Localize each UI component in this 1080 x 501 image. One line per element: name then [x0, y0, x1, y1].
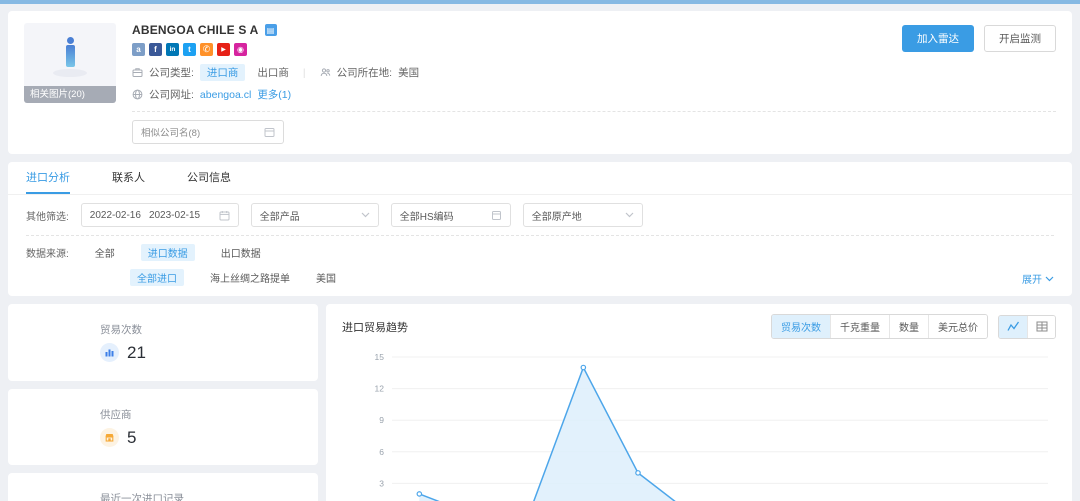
- other-filters-label: 其他筛选:: [26, 208, 69, 223]
- chevron-down-icon: [625, 212, 634, 218]
- company-location-label: 公司所在地:: [337, 65, 392, 80]
- hs-code-filter[interactable]: 全部HS编码: [391, 203, 511, 227]
- data-source-import-chip[interactable]: 进口数据: [141, 244, 195, 261]
- line-chart-icon: [1007, 321, 1020, 332]
- chevron-down-icon: [1045, 276, 1054, 282]
- table-view-button[interactable]: [1027, 316, 1055, 338]
- website-more-link[interactable]: 更多(1): [257, 87, 291, 102]
- origin-filter-select[interactable]: 全部原产地: [523, 203, 643, 227]
- origin-filter-value: 全部原产地: [532, 208, 582, 223]
- social-link-icon[interactable]: [132, 43, 145, 56]
- metric-button-group: 贸易次数 千克重量 数量 美元总价: [771, 314, 988, 339]
- svg-text:9: 9: [379, 415, 384, 425]
- sub-source-all-import-chip[interactable]: 全部进口: [130, 269, 184, 286]
- table-icon: [1036, 321, 1048, 332]
- calendar-icon: [219, 210, 230, 221]
- stat-value-trade-count: 21: [127, 343, 146, 363]
- tab-company-info[interactable]: 公司信息: [187, 162, 231, 194]
- similar-companies-label: 相似公司名(8): [141, 125, 200, 139]
- filter-row: 其他筛选: 2022-02-16 2023-02-15 全部产品 全部HS编码 …: [8, 195, 1072, 235]
- add-to-radar-button[interactable]: 加入雷达: [902, 25, 974, 52]
- tab-import-analysis[interactable]: 进口分析: [26, 162, 70, 194]
- dashed-divider: [132, 111, 1056, 112]
- similar-companies-select[interactable]: 相似公司名(8): [132, 120, 284, 144]
- data-source-label: 数据来源:: [26, 245, 69, 260]
- shop-icon: [100, 428, 119, 447]
- stat-label: 最近一次进口记录: [100, 491, 318, 501]
- related-images-thumbnail[interactable]: 相关图片(20): [24, 23, 116, 103]
- company-type-label: 公司类型:: [149, 65, 194, 80]
- linkedin-icon[interactable]: [166, 43, 179, 56]
- start-monitoring-button[interactable]: 开启监测: [984, 25, 1056, 52]
- chevron-down-icon: [361, 212, 370, 218]
- svg-text:15: 15: [375, 352, 385, 362]
- date-range-picker[interactable]: 2022-02-16 2023-02-15: [81, 203, 239, 227]
- stat-card-last-import: 最近一次进口记录 2023-02-10: [8, 473, 318, 501]
- company-name: ABENGOA CHILE S A: [132, 23, 259, 37]
- stat-card-suppliers: 供应商 5: [8, 389, 318, 466]
- youtube-icon[interactable]: [217, 43, 230, 56]
- website-label: 公司网址:: [149, 87, 194, 102]
- product-filter-value: 全部产品: [260, 208, 300, 223]
- svg-text:12: 12: [375, 384, 385, 394]
- chart-title: 进口贸易趋势: [342, 319, 408, 335]
- company-type-importer-chip[interactable]: 进口商: [200, 64, 246, 81]
- instagram-icon[interactable]: [234, 43, 247, 56]
- company-location-value: 美国: [398, 65, 419, 80]
- location-people-icon: [320, 67, 331, 78]
- svg-text:3: 3: [379, 478, 384, 488]
- metric-trade-count-button[interactable]: 贸易次数: [772, 315, 830, 338]
- company-type-exporter[interactable]: 出口商: [257, 65, 289, 80]
- stats-column: 贸易次数 21 供应商 5 最近一次进口记录: [8, 304, 318, 501]
- svg-text:6: 6: [379, 447, 384, 457]
- stat-label: 供应商: [100, 407, 318, 422]
- placeholder-person-illustration: [53, 37, 87, 77]
- metric-quantity-button[interactable]: 数量: [889, 315, 928, 338]
- analysis-panel: 进口分析 联系人 公司信息 其他筛选: 2022-02-16 2023-02-1…: [8, 162, 1072, 296]
- stat-label: 贸易次数: [100, 322, 318, 337]
- website-link[interactable]: abengoa.cl: [200, 89, 251, 101]
- metric-kg-weight-button[interactable]: 千克重量: [830, 315, 889, 338]
- tab-contacts[interactable]: 联系人: [112, 162, 145, 194]
- date-end-value: 2023-02-15: [149, 210, 200, 221]
- date-start-value: 2022-02-16: [90, 210, 141, 221]
- divider: |: [303, 67, 306, 79]
- list-picker-icon: [491, 210, 502, 221]
- globe-icon: [132, 89, 143, 100]
- calendar-grid-icon: [264, 127, 275, 138]
- related-images-count-label: 相关图片(20): [24, 86, 116, 103]
- data-source-export[interactable]: 出口数据: [221, 245, 261, 260]
- trend-line-chart[interactable]: 036912152022-032022-042022-052022-062022…: [342, 345, 1056, 501]
- data-source-all[interactable]: 全部: [95, 245, 115, 260]
- product-filter-select[interactable]: 全部产品: [251, 203, 379, 227]
- company-detail-icon[interactable]: ▤: [265, 24, 277, 36]
- import-trend-panel: 进口贸易趋势 贸易次数 千克重量 数量 美元总价: [326, 304, 1072, 501]
- hs-code-filter-value: 全部HS编码: [400, 208, 454, 223]
- expand-toggle[interactable]: 展开: [1022, 271, 1054, 286]
- expand-label: 展开: [1022, 271, 1042, 286]
- metric-usd-total-button[interactable]: 美元总价: [928, 315, 987, 338]
- company-header-card: 相关图片(20) ABENGOA CHILE S A ▤ 公司类型: 进口商 出…: [8, 11, 1072, 154]
- top-accent-strip: [0, 0, 1080, 4]
- tab-bar: 进口分析 联系人 公司信息: [8, 162, 1072, 195]
- sub-source-usa[interactable]: 美国: [316, 270, 336, 285]
- twitter-icon[interactable]: [183, 43, 196, 56]
- line-chart-view-button[interactable]: [999, 316, 1027, 338]
- bar-chart-icon: [100, 343, 119, 362]
- facebook-icon[interactable]: [149, 43, 162, 56]
- stat-value-suppliers: 5: [127, 428, 136, 448]
- phone-icon[interactable]: [200, 43, 213, 56]
- data-source-section: 数据来源: 全部 进口数据 出口数据 全部进口 海上丝绸之路提单 美国 展开: [8, 236, 1072, 296]
- briefcase-icon: [132, 67, 143, 78]
- stat-card-trade-count: 贸易次数 21: [8, 304, 318, 381]
- view-toggle-group: [998, 315, 1056, 339]
- sub-source-silk-road[interactable]: 海上丝绸之路提单: [210, 270, 290, 285]
